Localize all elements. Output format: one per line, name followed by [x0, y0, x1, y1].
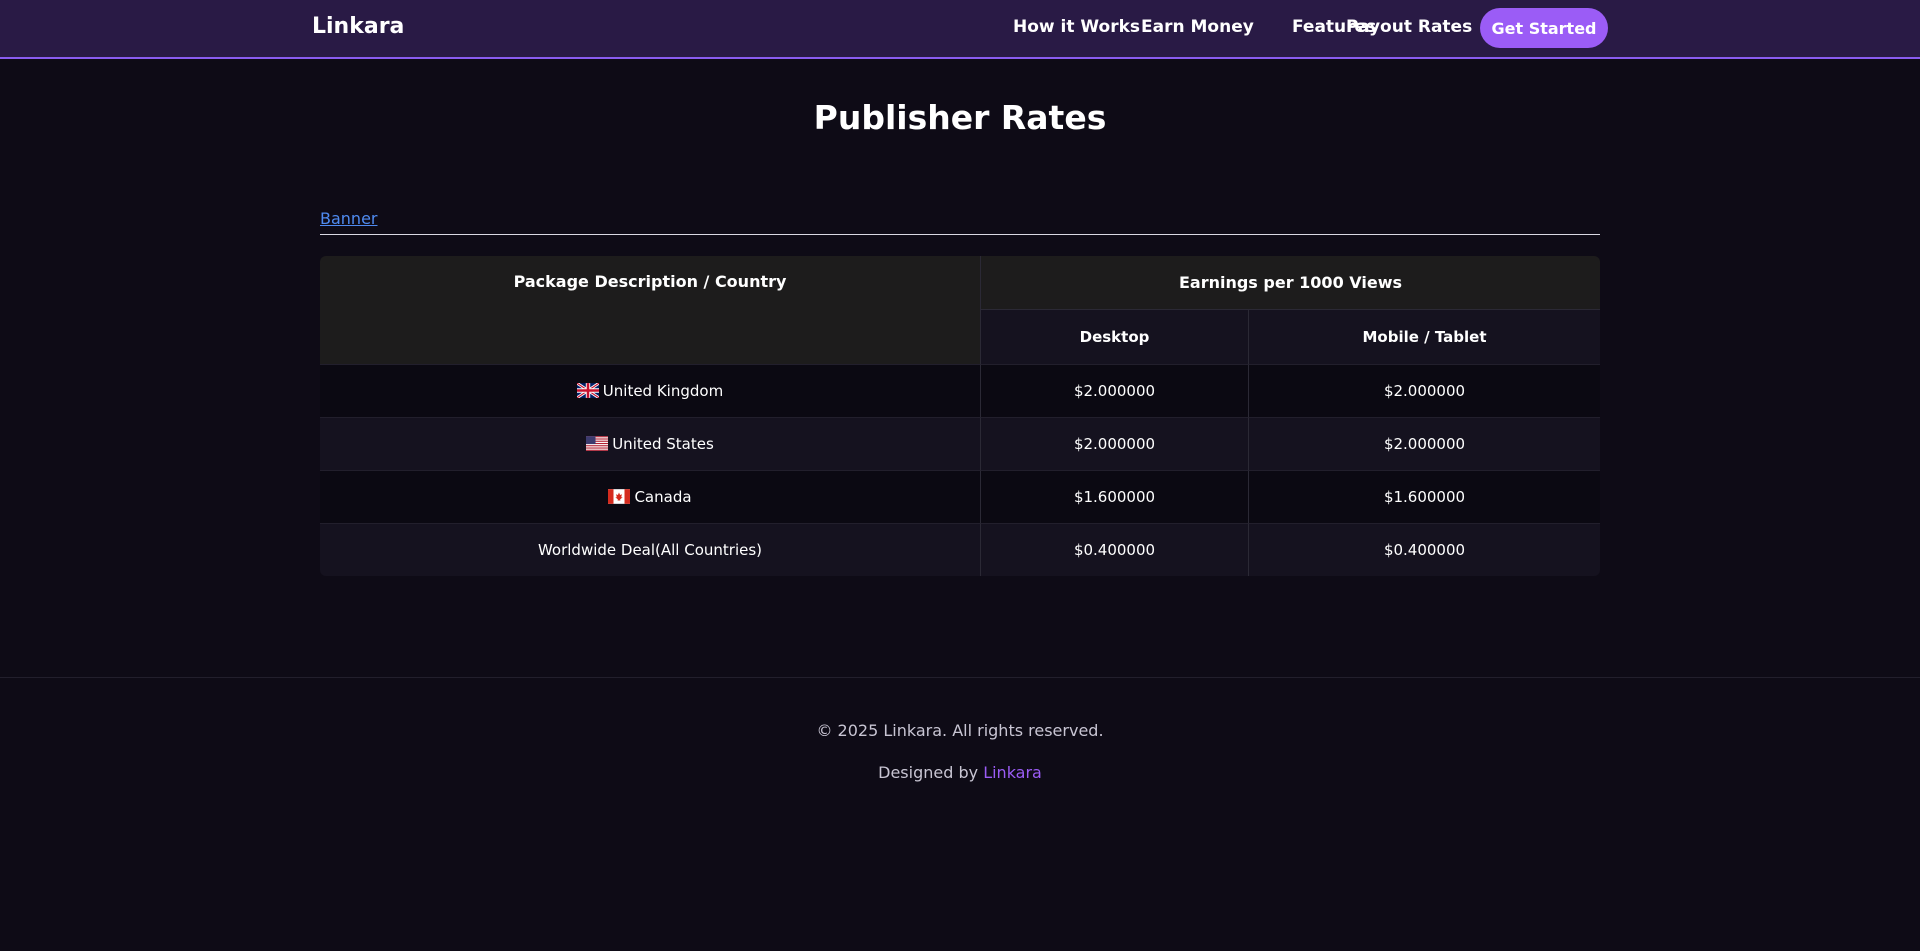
tab-banner[interactable]: Banner — [320, 209, 377, 228]
desktop-rate: $0.400000 — [981, 523, 1249, 576]
header-desktop: Desktop — [981, 310, 1249, 364]
tab-bar: Banner — [320, 209, 1600, 235]
mobile-rate: $0.400000 — [1249, 523, 1600, 576]
table-row: United Kingdom $2.000000 $2.000000 — [320, 364, 1600, 417]
table-row: United States $2.000000 $2.000000 — [320, 417, 1600, 470]
country-cell: Canada — [320, 470, 981, 523]
designed-by-label: Designed by — [878, 763, 984, 782]
copyright-text: © 2025 Linkara. All rights reserved. — [816, 721, 1104, 740]
mobile-rate: $2.000000 — [1249, 417, 1600, 470]
desktop-rate: $2.000000 — [981, 417, 1249, 470]
top-navbar: Linkara How it Works Earn Money Features… — [0, 0, 1920, 59]
nav-link-earn-money[interactable]: Earn Money — [1141, 17, 1254, 37]
header-package-country: Package Description / Country — [320, 256, 981, 364]
country-name: Canada — [634, 488, 692, 506]
canada-flag-icon — [608, 489, 631, 504]
country-name: Worldwide Deal(All Countries) — [537, 541, 763, 559]
desktop-rate: $2.000000 — [981, 364, 1249, 417]
us-flag-icon — [586, 436, 609, 451]
footer: © 2025 Linkara. All rights reserved. Des… — [0, 677, 1920, 951]
country-cell: United States — [320, 417, 981, 470]
brand-logo[interactable]: Linkara — [312, 14, 404, 39]
nav-link-how-it-works[interactable]: How it Works — [1013, 17, 1140, 37]
page-title: Publisher Rates — [813, 98, 1107, 137]
rates-table: Package Description / Country Earnings p… — [320, 256, 1600, 576]
desktop-rate: $1.600000 — [981, 470, 1249, 523]
country-name: United States — [612, 435, 714, 453]
nav-link-payout-rates[interactable]: Payout Rates — [1346, 17, 1472, 37]
get-started-button[interactable]: Get Started — [1480, 8, 1608, 48]
mobile-rate: $1.600000 — [1249, 470, 1600, 523]
country-name: United Kingdom — [602, 382, 724, 400]
country-cell: United Kingdom — [320, 364, 981, 417]
header-earnings: Earnings per 1000 Views — [981, 256, 1600, 310]
table-row: Worldwide Deal(All Countries) $0.400000 … — [320, 523, 1600, 576]
country-cell: Worldwide Deal(All Countries) — [320, 523, 981, 576]
mobile-rate: $2.000000 — [1249, 364, 1600, 417]
uk-flag-icon — [576, 383, 599, 398]
header-mobile-tablet: Mobile / Tablet — [1249, 310, 1600, 364]
designed-by: Designed by Linkara — [0, 763, 1920, 782]
designed-by-link[interactable]: Linkara — [983, 763, 1042, 782]
table-row: Canada $1.600000 $1.600000 — [320, 470, 1600, 523]
